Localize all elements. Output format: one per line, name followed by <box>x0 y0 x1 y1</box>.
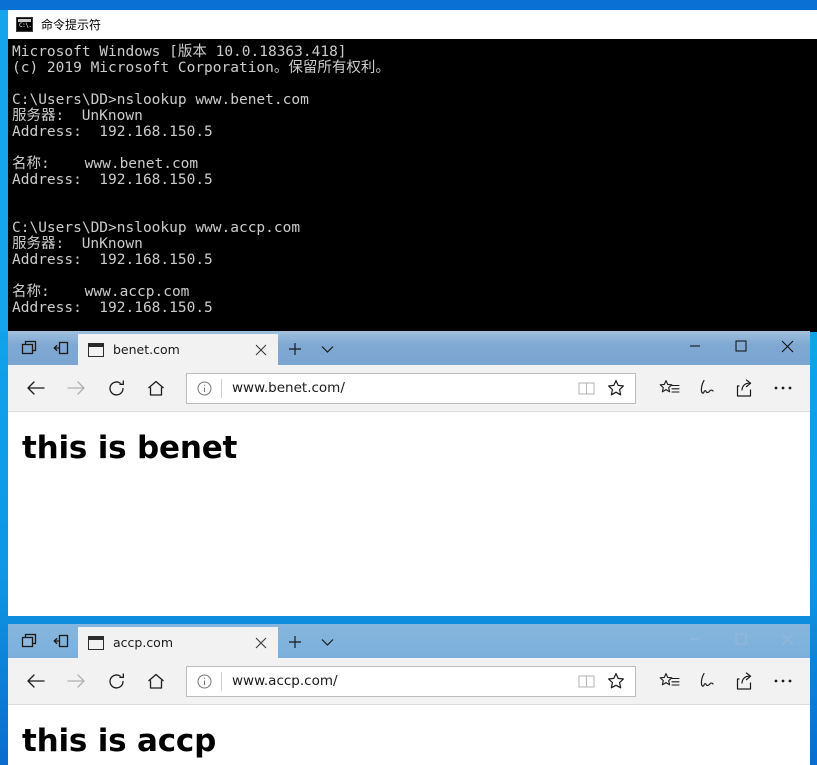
console-line: Address: 192.168.150.5 <box>12 124 213 140</box>
console-line: 名称: www.accp.com <box>12 284 190 300</box>
minimize-icon[interactable] <box>672 624 718 654</box>
command-prompt-title: 命令提示符 <box>41 18 102 32</box>
home-icon[interactable] <box>136 661 176 701</box>
back-arrow-icon[interactable] <box>16 368 56 408</box>
star-icon[interactable] <box>601 374 631 403</box>
tab-preview-icon[interactable] <box>14 625 44 657</box>
maximize-icon[interactable] <box>718 624 764 654</box>
desktop: 命令提示符 Microsoft Windows [版本 10.0.18363.4… <box>0 0 817 765</box>
refresh-icon[interactable] <box>96 661 136 701</box>
console-line: Address: 192.168.150.5 <box>12 252 213 268</box>
console-line: Address: 192.168.150.5 <box>12 300 213 316</box>
console-line: C:\Users\DD>nslookup www.benet.com <box>12 92 309 108</box>
edge-titlebar[interactable]: accp.com <box>8 624 810 658</box>
set-aside-tabs-icon[interactable] <box>46 625 76 657</box>
address-bar[interactable]: www.accp.com/ <box>186 665 636 697</box>
console-line: Microsoft Windows [版本 10.0.18363.418] <box>12 44 347 60</box>
page-heading: this is benet <box>22 430 238 466</box>
refresh-icon[interactable] <box>96 368 136 408</box>
home-icon[interactable] <box>136 368 176 408</box>
new-tab-button[interactable] <box>278 626 312 658</box>
console-line: 服务器: UnKnown <box>12 236 143 252</box>
page-heading: this is accp <box>22 723 217 759</box>
tab-left-buttons <box>8 624 78 658</box>
address-input[interactable]: www.benet.com/ <box>222 380 571 396</box>
tab-left-buttons <box>8 331 78 365</box>
more-icon[interactable] <box>764 662 802 700</box>
web-notes-icon[interactable] <box>688 662 726 700</box>
close-tab-icon[interactable] <box>250 339 272 361</box>
edge-toolbar: www.accp.com/ <box>8 658 810 705</box>
edge-titlebar[interactable]: benet.com <box>8 331 810 365</box>
page-icon <box>88 342 104 357</box>
share-icon[interactable] <box>726 662 764 700</box>
console-icon <box>16 17 33 32</box>
site-info-icon[interactable] <box>187 667 221 696</box>
console-line: (c) 2019 Microsoft Corporation。保留所有权利。 <box>12 60 390 76</box>
command-prompt-titlebar[interactable]: 命令提示符 <box>8 10 817 39</box>
browser-tab-title: benet.com <box>113 342 180 357</box>
window-caption-buttons <box>672 624 810 654</box>
console-line: C:\Users\DD>nslookup www.accp.com <box>12 220 301 236</box>
page-content: this is accp <box>8 705 810 765</box>
desktop-left-stripe <box>0 10 8 332</box>
reading-view-icon[interactable] <box>571 374 601 403</box>
back-arrow-icon[interactable] <box>16 661 56 701</box>
console-line: Address: 192.168.150.5 <box>12 172 213 188</box>
browser-tab[interactable]: benet.com <box>78 334 278 365</box>
address-input[interactable]: www.accp.com/ <box>222 673 571 689</box>
address-bar[interactable]: www.benet.com/ <box>186 372 636 404</box>
star-icon[interactable] <box>601 667 631 696</box>
hub-icon[interactable] <box>650 369 688 407</box>
command-prompt-output[interactable]: Microsoft Windows [版本 10.0.18363.418] (c)… <box>8 39 817 332</box>
browser-tab[interactable]: accp.com <box>78 627 278 658</box>
close-tab-icon[interactable] <box>250 632 272 654</box>
share-icon[interactable] <box>726 369 764 407</box>
edge-toolbar: www.benet.com/ <box>8 365 810 412</box>
close-icon[interactable] <box>764 331 810 361</box>
reading-view-icon[interactable] <box>571 667 601 696</box>
toolbar-right-buttons <box>642 369 802 407</box>
more-icon[interactable] <box>764 369 802 407</box>
page-icon <box>88 635 104 650</box>
console-line: 服务器: UnKnown <box>12 108 143 124</box>
edge-browser-window-benet[interactable]: benet.com www.benet.com/ this is benet <box>8 331 810 616</box>
site-info-icon[interactable] <box>187 374 221 403</box>
close-icon[interactable] <box>764 624 810 654</box>
console-line: 名称: www.benet.com <box>12 156 199 172</box>
chevron-down-icon[interactable] <box>312 333 342 365</box>
window-caption-buttons <box>672 331 810 361</box>
browser-tab-title: accp.com <box>113 635 174 650</box>
edge-browser-window-accp[interactable]: accp.com www.accp.com/ this is accp <box>8 624 810 765</box>
minimize-icon[interactable] <box>672 331 718 361</box>
command-prompt-window[interactable]: 命令提示符 Microsoft Windows [版本 10.0.18363.4… <box>8 10 817 332</box>
page-content: this is benet <box>8 412 810 616</box>
hub-icon[interactable] <box>650 662 688 700</box>
chevron-down-icon[interactable] <box>312 626 342 658</box>
tab-preview-icon[interactable] <box>14 332 44 364</box>
toolbar-right-buttons <box>642 662 802 700</box>
new-tab-button[interactable] <box>278 333 312 365</box>
set-aside-tabs-icon[interactable] <box>46 332 76 364</box>
forward-arrow-icon[interactable] <box>56 661 96 701</box>
forward-arrow-icon[interactable] <box>56 368 96 408</box>
web-notes-icon[interactable] <box>688 369 726 407</box>
maximize-icon[interactable] <box>718 331 764 361</box>
